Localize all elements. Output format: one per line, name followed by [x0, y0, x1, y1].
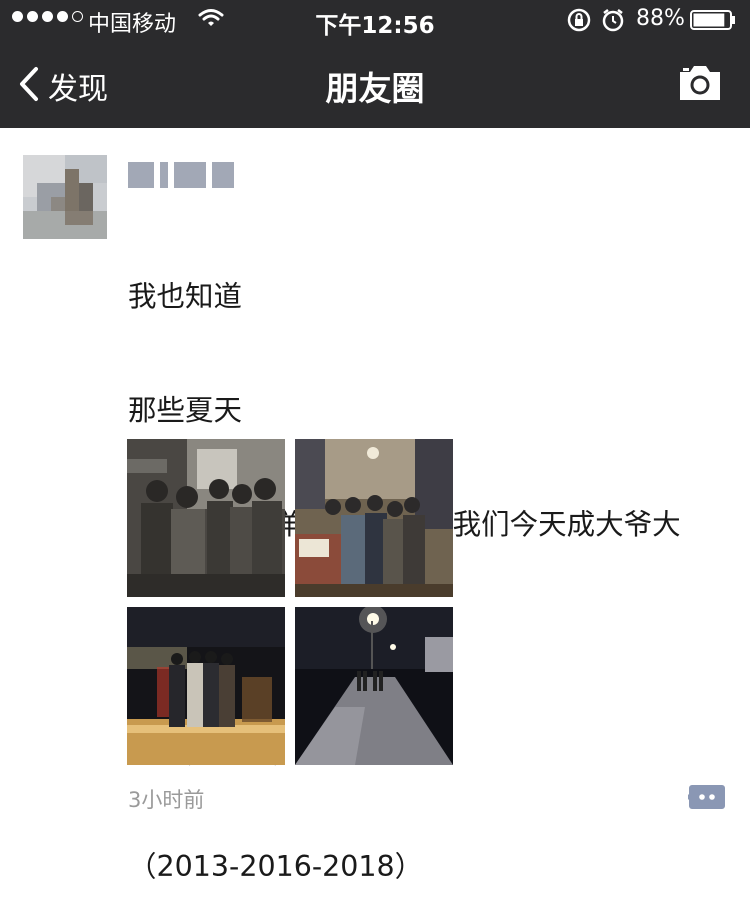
username[interactable] — [128, 158, 234, 192]
battery-percentage: 88% — [636, 6, 685, 31]
avatar[interactable] — [23, 155, 107, 239]
page-title: 朋友圈 — [325, 69, 425, 108]
status-bar: 中国移动 下午12:56 88% — [0, 0, 750, 40]
post-photo-4[interactable] — [295, 607, 453, 765]
rotation-lock-icon — [566, 8, 592, 38]
post-photo-2[interactable] — [295, 439, 453, 597]
comment-icon — [686, 785, 726, 815]
post-text-line: （2013-2016-2018） — [128, 850, 424, 883]
post-text-line: 我也知道 — [128, 280, 243, 313]
camera-button[interactable] — [676, 62, 724, 108]
alarm-icon — [601, 8, 625, 38]
post-photo-3[interactable] — [127, 607, 285, 765]
post-text-line: 那些夏天 — [128, 394, 243, 427]
camera-icon — [676, 66, 724, 108]
nav-bar: 发现 朋友圈 — [0, 40, 750, 128]
battery-icon — [690, 10, 736, 30]
post-photo-1[interactable] — [127, 439, 285, 597]
post-timestamp: 3小时前 — [128, 788, 205, 812]
comment-button[interactable] — [686, 783, 726, 815]
